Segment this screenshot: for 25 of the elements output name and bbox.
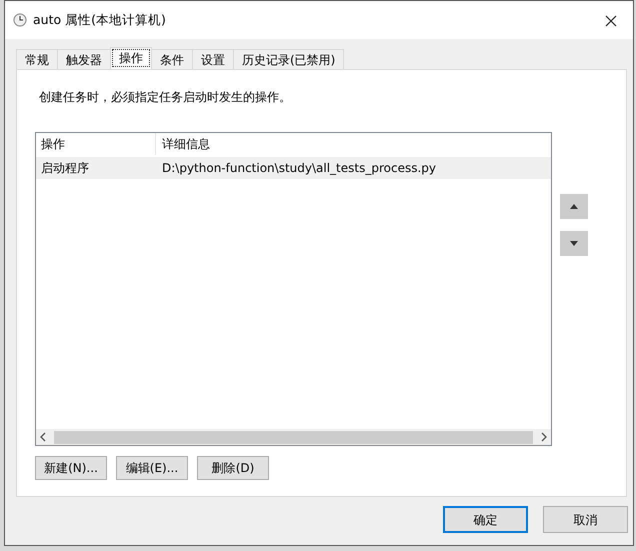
cancel-button[interactable]: 取消	[543, 506, 628, 533]
clock-icon	[13, 13, 27, 27]
close-icon	[605, 14, 617, 27]
description-text: 创建任务时，必须指定任务启动时发生的操作。	[39, 89, 292, 106]
tab[interactable]: 常规	[16, 49, 58, 69]
action-button[interactable]: 删除(D)	[197, 456, 269, 480]
tab[interactable]: 条件	[151, 49, 193, 69]
horizontal-scrollbar[interactable]	[36, 429, 551, 445]
down-triangle-icon	[570, 241, 578, 246]
action-button[interactable]: 新建(N)...	[35, 456, 107, 480]
scroll-thumb[interactable]	[54, 430, 533, 444]
table-cell: D:\python-function\study\all_tests_process.py	[162, 161, 436, 175]
action-button[interactable]: 编辑(E)...	[116, 456, 188, 480]
ok-button[interactable]: 确定	[443, 506, 528, 533]
up-triangle-icon	[570, 204, 578, 209]
list-row[interactable]: 启动程序 D:\python-function\study\all_tests_process.py	[36, 157, 551, 179]
tab[interactable]: 操作	[110, 47, 152, 69]
tab[interactable]: 触发器	[57, 49, 111, 69]
column-header[interactable]: 详细信息	[156, 135, 210, 153]
column-header[interactable]: 操作	[36, 133, 156, 155]
tab[interactable]: 历史记录(已禁用)	[233, 49, 344, 69]
move-up-button[interactable]	[560, 194, 588, 219]
table-cell-text: 启动程序	[41, 160, 89, 177]
window-title: auto 属性(本地计算机)	[33, 10, 166, 29]
move-down-button[interactable]	[560, 231, 588, 256]
